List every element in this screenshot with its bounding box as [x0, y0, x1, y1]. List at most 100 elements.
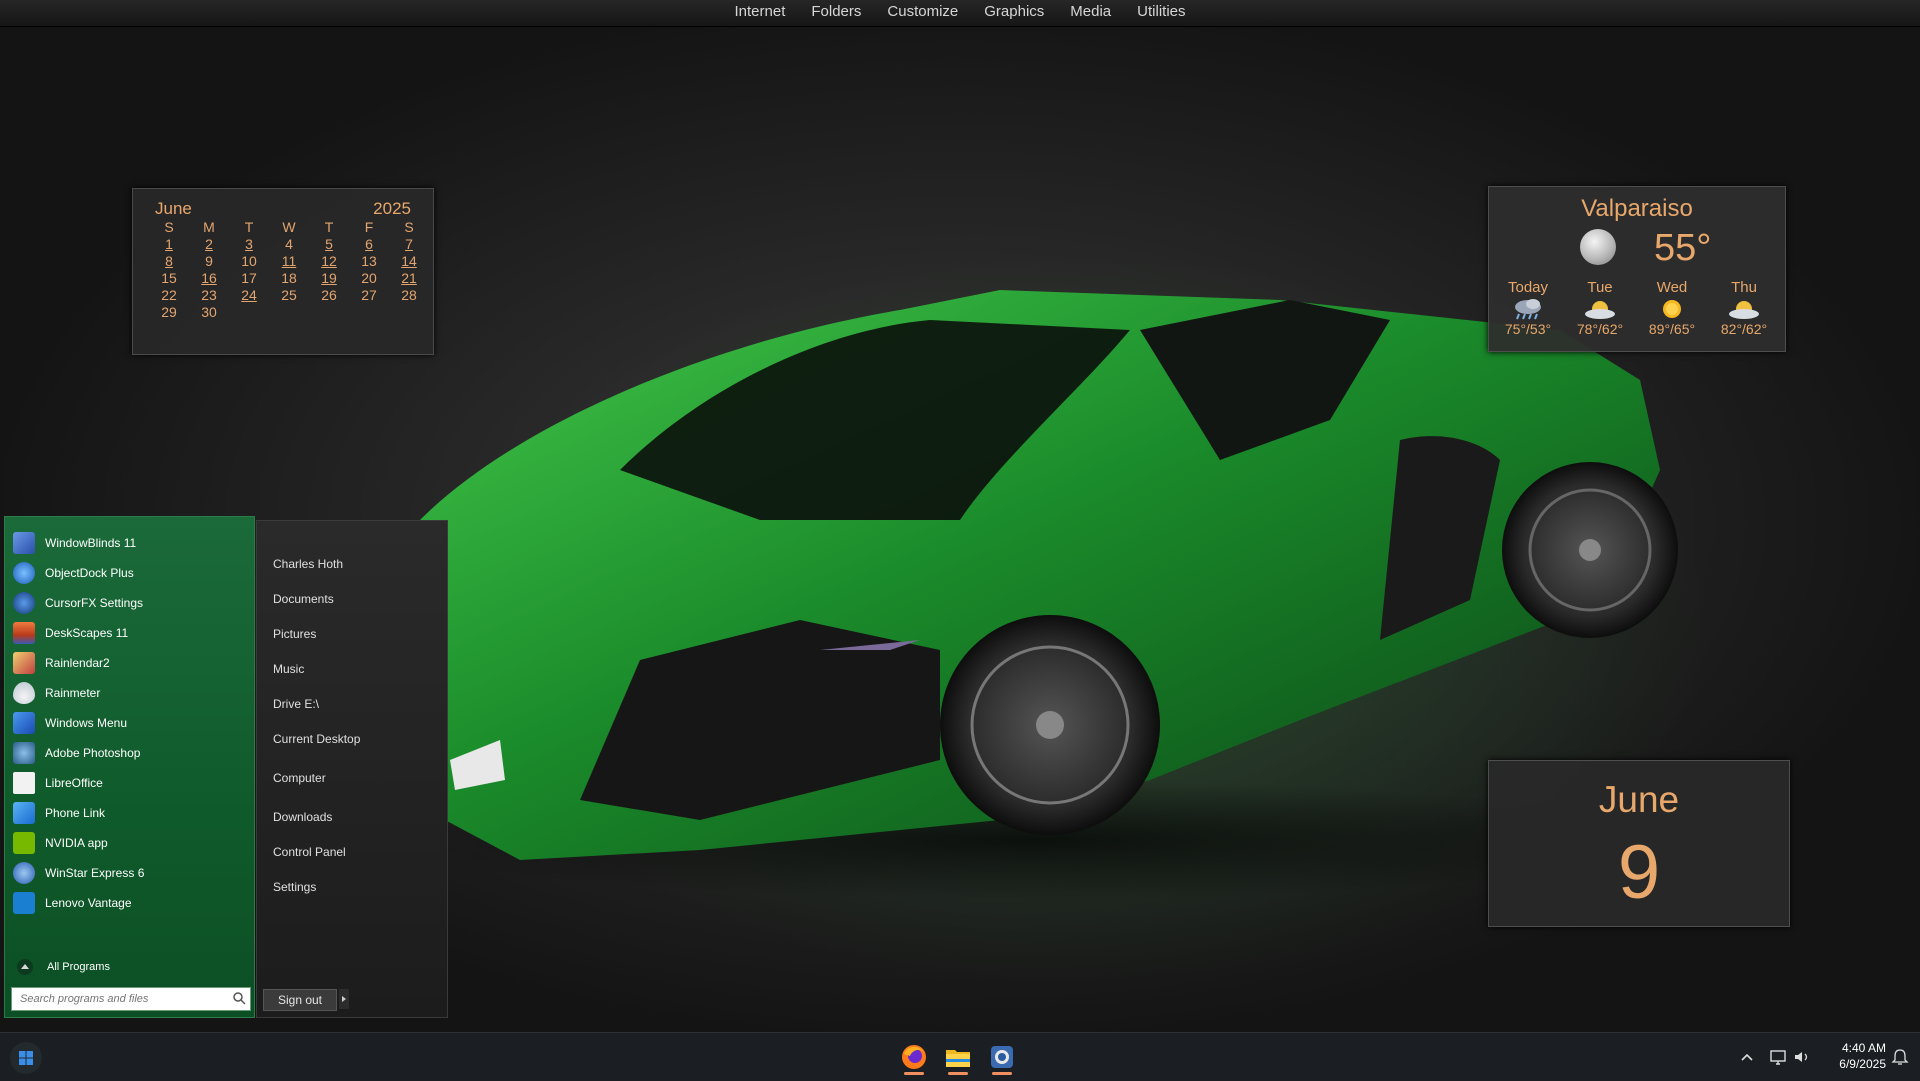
place-user-folder[interactable]: Charles Hoth	[273, 557, 343, 571]
place-music[interactable]: Music	[273, 662, 304, 676]
place-settings[interactable]: Settings	[273, 880, 316, 894]
calendar-week-row: 22 23 24 25 26 27 28	[149, 287, 429, 304]
calendar-day[interactable]: 3	[245, 236, 253, 252]
clock-time: 4:40 AM	[1841, 1041, 1886, 1055]
calendar-day[interactable]: 14	[401, 253, 417, 269]
weekday-label: T	[244, 219, 254, 235]
lenovo-vantage-icon	[13, 892, 35, 914]
place-documents[interactable]: Documents	[273, 592, 334, 606]
windowblinds-icon	[13, 532, 35, 554]
show-hidden-icons-chevron-icon[interactable]	[1737, 1047, 1757, 1067]
firefox-icon	[902, 1045, 926, 1069]
calendar-day[interactable]: 7	[405, 236, 413, 252]
program-lenovo-vantage[interactable]: Lenovo Vantage	[13, 889, 132, 917]
forecast-tue: Tue 78°/62°	[1565, 279, 1635, 337]
place-downloads[interactable]: Downloads	[273, 810, 332, 824]
program-winstar[interactable]: WinStar Express 6	[13, 859, 144, 887]
program-objectdock[interactable]: ObjectDock Plus	[13, 559, 134, 587]
place-control-panel[interactable]: Control Panel	[273, 845, 346, 859]
sign-out-button[interactable]: Sign out	[263, 989, 337, 1011]
deskscapes-icon	[13, 622, 35, 644]
place-drive-e[interactable]: Drive E:\	[273, 697, 319, 711]
nvidia-icon	[13, 832, 35, 854]
program-rainlendar[interactable]: Rainlendar2	[13, 649, 110, 677]
power-options-arrow[interactable]	[339, 989, 349, 1009]
calendar-day[interactable]: 24	[241, 287, 257, 303]
calendar-day[interactable]: 2	[205, 236, 213, 252]
calendar-day: 23	[201, 287, 217, 303]
moon-icon	[1580, 229, 1616, 265]
taskbar-app-firefox[interactable]	[898, 1042, 930, 1075]
forecast-temps: 89°/65°	[1648, 321, 1696, 337]
top-menu-bar: Internet Folders Customize Graphics Medi…	[0, 0, 1920, 27]
start-menu-programs-pane: WindowBlinds 11 ObjectDock Plus CursorFX…	[4, 516, 255, 1018]
menu-graphics[interactable]: Graphics	[971, 0, 1057, 26]
date-day: 9	[1617, 830, 1661, 915]
calendar-day: 4	[285, 236, 293, 252]
taskbar-app-photos[interactable]	[986, 1042, 1018, 1075]
menu-folders[interactable]: Folders	[798, 0, 874, 26]
calendar-day[interactable]: 11	[282, 253, 297, 269]
program-photoshop[interactable]: Adobe Photoshop	[13, 739, 140, 767]
weekday-label: W	[282, 219, 296, 235]
menu-utilities[interactable]: Utilities	[1124, 0, 1198, 26]
calendar-day[interactable]: 19	[321, 270, 337, 286]
running-indicator	[992, 1072, 1012, 1075]
calendar-day[interactable]: 21	[401, 270, 417, 286]
calendar-day[interactable]: 5	[325, 236, 333, 252]
forecast-day: Wed	[1656, 279, 1688, 296]
program-cursorfx[interactable]: CursorFX Settings	[13, 589, 143, 617]
program-nvidia[interactable]: NVIDIA app	[13, 829, 108, 857]
notification-bell-icon[interactable]	[1890, 1047, 1910, 1067]
program-deskscapes[interactable]: DeskScapes 11	[13, 619, 128, 647]
all-programs-button[interactable]: All Programs	[17, 959, 110, 975]
running-indicator	[904, 1072, 924, 1075]
program-label: Windows Menu	[45, 716, 128, 730]
calendar-day-today[interactable]: 8	[165, 253, 173, 269]
forecast-day: Tue	[1587, 279, 1613, 296]
taskbar-clock[interactable]: 4:40 AM 6/9/2025	[1806, 1040, 1886, 1072]
objectdock-icon	[13, 562, 35, 584]
program-label: LibreOffice	[45, 776, 103, 790]
start-menu: WindowBlinds 11 ObjectDock Plus CursorFX…	[0, 516, 448, 1018]
calendar-day: 15	[161, 270, 177, 286]
calendar-day[interactable]: 6	[365, 236, 373, 252]
calendar-month: June	[155, 199, 192, 218]
place-computer[interactable]: Computer	[273, 771, 326, 785]
menu-internet[interactable]: Internet	[722, 0, 799, 26]
forecast-day: Thu	[1731, 279, 1757, 296]
calendar-day: 26	[321, 287, 337, 303]
rain-cloud-icon	[1515, 299, 1541, 320]
program-label: Lenovo Vantage	[45, 896, 132, 910]
taskbar-app-file-explorer[interactable]	[942, 1042, 974, 1075]
calendar-day: 30	[201, 304, 217, 320]
calendar-day: 17	[241, 270, 257, 286]
program-label: Phone Link	[45, 806, 106, 820]
calendar-day[interactable]: 12	[321, 253, 337, 269]
search-input[interactable]	[18, 988, 227, 1010]
search-icon[interactable]	[232, 991, 246, 1005]
program-windowblinds[interactable]: WindowBlinds 11	[13, 529, 136, 557]
place-pictures[interactable]: Pictures	[273, 627, 316, 641]
calendar-day[interactable]: 16	[201, 270, 217, 286]
program-rainmeter[interactable]: Rainmeter	[13, 679, 100, 707]
weekday-label: F	[364, 219, 374, 235]
calendar-widget: June 2025 S M T W T F S 1 2 3 4 5 6 7 8 …	[132, 188, 434, 355]
sun-icon	[1663, 300, 1681, 318]
network-icon[interactable]	[1768, 1047, 1788, 1067]
program-phone-link[interactable]: Phone Link	[13, 799, 105, 827]
program-label: CursorFX Settings	[45, 596, 144, 610]
calendar-day: 28	[401, 287, 417, 303]
start-button[interactable]	[10, 1042, 42, 1074]
program-windows-menu[interactable]: Windows Menu	[13, 709, 127, 737]
calendar-week-row: 29 30	[149, 304, 429, 321]
menu-customize[interactable]: Customize	[874, 0, 971, 26]
program-libreoffice[interactable]: LibreOffice	[13, 769, 103, 797]
calendar-day: 27	[361, 287, 377, 303]
program-label: Rainmeter	[45, 686, 101, 700]
place-current-desktop[interactable]: Current Desktop	[273, 732, 360, 746]
program-label: DeskScapes 11	[45, 626, 129, 640]
weather-widget: Valparaiso 55° Today 75°/53° Tue 78°/62°…	[1488, 186, 1786, 352]
menu-media[interactable]: Media	[1057, 0, 1124, 26]
calendar-day[interactable]: 1	[165, 236, 173, 252]
